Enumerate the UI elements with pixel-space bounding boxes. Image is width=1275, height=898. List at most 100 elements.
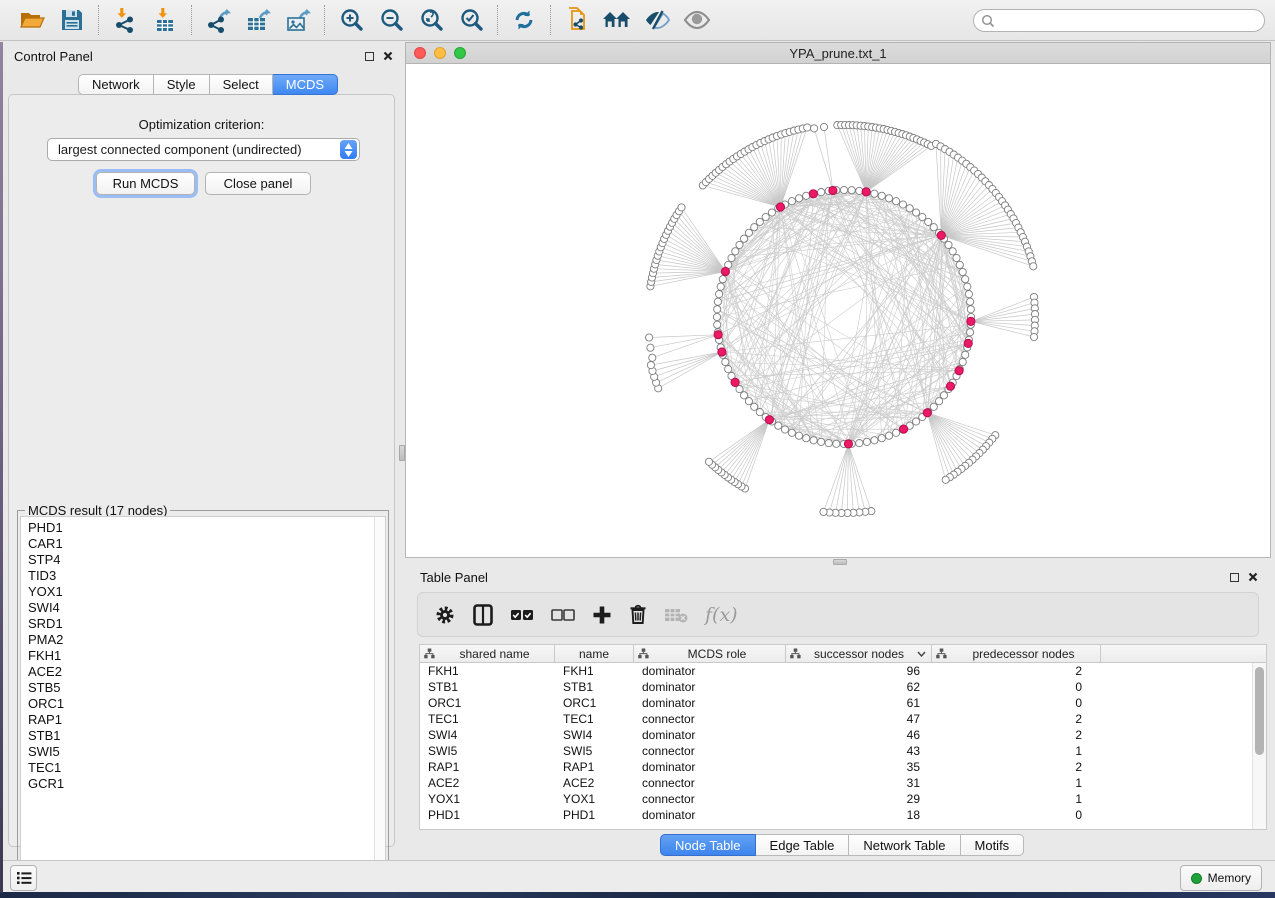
table-row[interactable]: ACE2ACE2connector311 <box>420 775 1252 791</box>
main-toolbar <box>0 0 1275 41</box>
new-network-from-selection-icon[interactable] <box>562 5 592 35</box>
add-column-plus-icon[interactable] <box>592 600 612 630</box>
table-cell: SWI5 <box>420 743 555 759</box>
function-builder-icon[interactable]: f(x) <box>705 600 738 630</box>
table-row[interactable]: YOX1YOX1connector291 <box>420 791 1252 807</box>
tab-style[interactable]: Style <box>154 74 210 95</box>
table-row[interactable]: TEC1TEC1connector472 <box>420 711 1252 727</box>
table-row[interactable]: STB1STB1dominator620 <box>420 679 1252 695</box>
memory-button[interactable]: Memory <box>1180 865 1262 891</box>
table-cell: dominator <box>634 695 786 711</box>
delete-table-icon[interactable] <box>664 600 688 630</box>
table-row[interactable]: FKH1FKH1dominator962 <box>420 663 1252 679</box>
table-cell: ORC1 <box>420 695 555 711</box>
column-header-successor-nodes[interactable]: successor nodes <box>786 645 932 662</box>
mcds-result-item[interactable]: GCR1 <box>21 776 385 792</box>
table-cell: STB1 <box>420 679 555 695</box>
tab-motifs[interactable]: Motifs <box>961 834 1025 856</box>
mcds-result-item[interactable]: YOX1 <box>21 584 385 600</box>
table-row[interactable]: SWI5SWI5connector431 <box>420 743 1252 759</box>
table-row[interactable]: PHD1PHD1dominator180 <box>420 807 1252 823</box>
table-cell: 47 <box>786 711 932 727</box>
save-session-icon[interactable] <box>57 5 87 35</box>
select-all-rows-icon[interactable] <box>510 600 534 630</box>
apply-layout-icon[interactable] <box>509 5 539 35</box>
mcds-result-item[interactable]: SWI4 <box>21 600 385 616</box>
column-header-MCDS-role[interactable]: MCDS role <box>634 645 786 662</box>
table-cell: FKH1 <box>555 663 634 679</box>
table-cell: 62 <box>786 679 932 695</box>
table-scrollbar-thumb[interactable] <box>1255 667 1264 755</box>
zoom-in-icon[interactable] <box>336 5 366 35</box>
column-header-name[interactable]: name <box>555 645 634 662</box>
mcds-result-item[interactable]: FKH1 <box>21 648 385 664</box>
task-history-list-icon[interactable] <box>10 865 37 891</box>
desktop-edge <box>0 42 3 893</box>
search-box[interactable] <box>973 9 1265 32</box>
export-table-icon[interactable] <box>243 5 273 35</box>
table-cell: PHD1 <box>555 807 634 823</box>
search-input[interactable] <box>995 12 1264 30</box>
export-network-icon[interactable] <box>203 5 233 35</box>
table-cell: 61 <box>786 695 932 711</box>
mcds-result-item[interactable]: ORC1 <box>21 696 385 712</box>
table-cell: SWI4 <box>555 727 634 743</box>
float-table-panel-icon[interactable] <box>1230 573 1239 582</box>
mcds-result-item[interactable]: PHD1 <box>21 520 385 536</box>
zoom-out-icon[interactable] <box>376 5 406 35</box>
mcds-result-item[interactable]: STB5 <box>21 680 385 696</box>
deselect-all-rows-icon[interactable] <box>551 600 575 630</box>
mcds-result-item[interactable]: SWI5 <box>21 744 385 760</box>
tab-network[interactable]: Network <box>78 74 154 95</box>
mcds-result-item[interactable]: RAP1 <box>21 712 385 728</box>
zoom-selected-icon[interactable] <box>456 5 486 35</box>
mcds-result-item[interactable]: STB1 <box>21 728 385 744</box>
tab-select[interactable]: Select <box>210 74 273 95</box>
show-graphics-details-eye-icon[interactable] <box>682 5 712 35</box>
delete-column-trash-icon[interactable] <box>629 600 647 630</box>
float-panel-icon[interactable] <box>365 52 374 61</box>
table-scrollbar[interactable] <box>1252 663 1266 829</box>
tab-mcds[interactable]: MCDS <box>273 74 338 95</box>
zoom-fit-icon[interactable] <box>416 5 446 35</box>
mcds-result-item[interactable]: CAR1 <box>21 536 385 552</box>
open-session-icon[interactable] <box>17 5 47 35</box>
table-row[interactable]: RAP1RAP1dominator352 <box>420 759 1252 775</box>
show-all-panels-houses-icon[interactable] <box>602 5 632 35</box>
close-panel-button[interactable]: Close panel <box>205 172 311 195</box>
mcds-result-item[interactable]: ACE2 <box>21 664 385 680</box>
table-cell: TEC1 <box>420 711 555 727</box>
mcds-result-item[interactable]: TID3 <box>21 568 385 584</box>
network-window-titlebar[interactable]: YPA_prune.txt_1 <box>405 42 1271 64</box>
mcds-result-list[interactable]: PHD1CAR1STP4TID3YOX1SWI4SRD1PMA2FKH1ACE2… <box>20 516 386 878</box>
close-table-panel-icon[interactable] <box>1248 572 1258 582</box>
control-panel: Control Panel Network Style Select MCDS … <box>3 42 403 860</box>
mcds-result-item[interactable]: TEC1 <box>21 760 385 776</box>
export-image-icon[interactable] <box>283 5 313 35</box>
table-cell: 0 <box>932 695 1101 711</box>
table-row[interactable]: SWI4SWI4dominator462 <box>420 727 1252 743</box>
run-mcds-button[interactable]: Run MCDS <box>96 172 195 195</box>
node-table-rows[interactable]: FKH1FKH1dominator962STB1STB1dominator620… <box>420 663 1252 829</box>
mcds-list-scrollbar[interactable] <box>374 517 385 877</box>
mcds-result-item[interactable]: SRD1 <box>21 616 385 632</box>
column-header-shared-name[interactable]: shared name <box>420 645 555 662</box>
show-column-panel-icon[interactable] <box>473 600 493 630</box>
tab-network-table[interactable]: Network Table <box>849 834 960 856</box>
tab-node-table[interactable]: Node Table <box>660 834 756 856</box>
sort-caret-icon[interactable] <box>917 651 926 657</box>
network-canvas[interactable] <box>405 64 1271 558</box>
table-row[interactable]: ORC1ORC1dominator610 <box>420 695 1252 711</box>
table-cell: 2 <box>932 711 1101 727</box>
optimization-criterion-select[interactable]: largest connected component (undirected) <box>47 138 360 161</box>
tab-edge-table[interactable]: Edge Table <box>756 834 850 856</box>
node-table-header: shared namenameMCDS rolesuccessor nodesp… <box>420 645 1266 663</box>
hide-panels-eye-slash-icon[interactable] <box>642 5 672 35</box>
import-network-icon[interactable] <box>110 5 140 35</box>
mcds-result-item[interactable]: STP4 <box>21 552 385 568</box>
close-panel-icon[interactable] <box>383 51 393 61</box>
import-table-icon[interactable] <box>150 5 180 35</box>
table-options-gear-icon[interactable] <box>434 600 456 630</box>
mcds-result-item[interactable]: PMA2 <box>21 632 385 648</box>
column-header-predecessor-nodes[interactable]: predecessor nodes <box>932 645 1101 662</box>
